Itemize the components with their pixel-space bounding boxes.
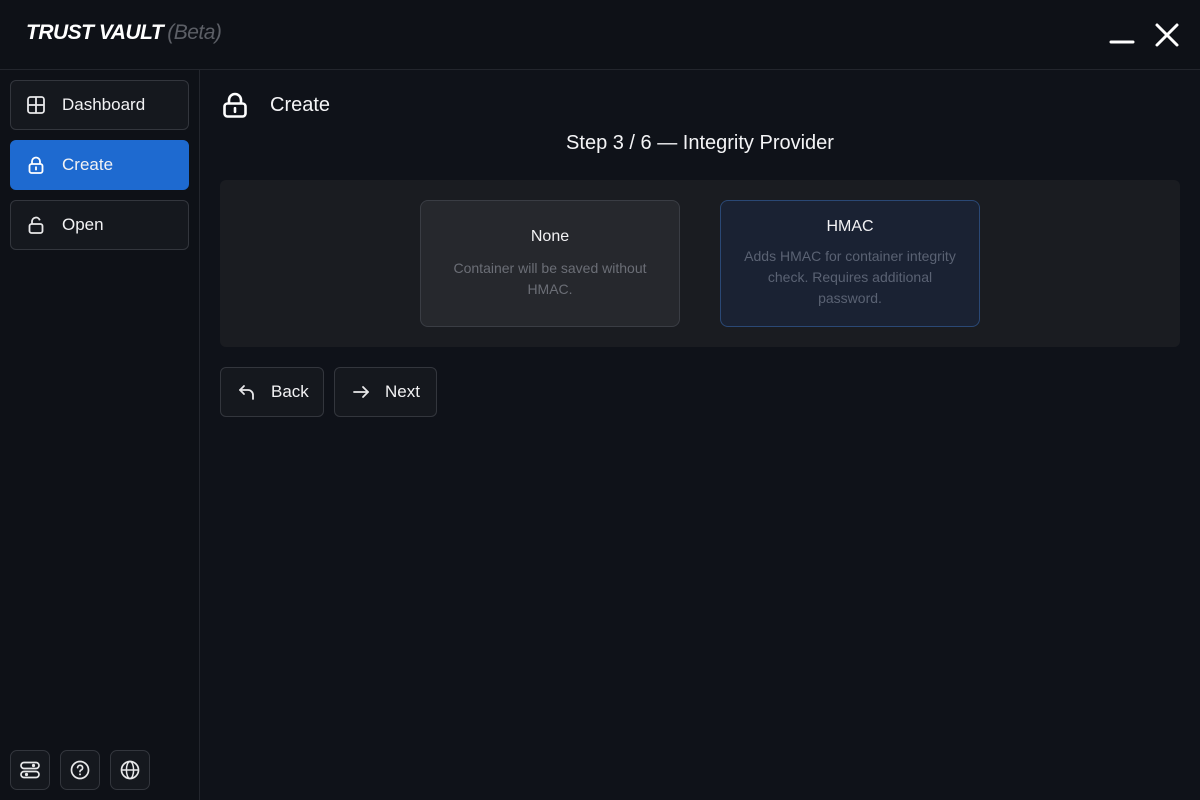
undo-arrow-icon [237, 382, 257, 402]
sidebar-item-open[interactable]: Open [10, 200, 189, 250]
next-label: Next [385, 382, 420, 401]
option-hmac-card[interactable]: HMAC Adds HMAC for container integrity c… [720, 200, 980, 327]
close-button[interactable] [1152, 20, 1182, 50]
next-button[interactable]: Next [334, 367, 437, 417]
option-description: Container will be saved without HMAC. [453, 259, 647, 297]
lock-icon [26, 155, 46, 175]
option-description: Adds HMAC for container integrity check.… [744, 248, 956, 306]
sidebar-item-label: Dashboard [62, 95, 146, 114]
back-label: Back [271, 382, 309, 401]
page-header: Create [220, 90, 330, 120]
globe-icon [120, 760, 140, 780]
app-title: TRUST VAULT (Beta) [26, 21, 222, 45]
back-button[interactable]: Back [220, 367, 324, 417]
sidebar-item-label: Create [62, 155, 114, 174]
grid-icon [26, 95, 46, 115]
sidebar: Dashboard Create Open [0, 70, 200, 800]
arrow-right-icon [351, 382, 371, 402]
page-title: Create [270, 93, 331, 116]
sidebar-item-label: Open [62, 215, 104, 234]
close-icon [1155, 23, 1179, 47]
step-title: Step 3 / 6 — Integrity Provider [566, 132, 834, 154]
language-button[interactable] [110, 750, 150, 790]
minimize-button[interactable] [1107, 20, 1137, 50]
app-name: TRUST VAULT [26, 21, 164, 44]
option-title: HMAC [826, 218, 874, 235]
option-none-card[interactable]: None Container will be saved without HMA… [420, 200, 680, 327]
lock-icon [220, 90, 250, 120]
sidebar-item-dashboard[interactable]: Dashboard [10, 80, 189, 130]
help-circle-icon [70, 760, 90, 780]
sidebar-item-create[interactable]: Create [10, 140, 189, 190]
title-bar: TRUST VAULT (Beta) [0, 0, 1200, 70]
options-panel: None Container will be saved without HMA… [220, 180, 1180, 347]
unlock-icon [26, 215, 46, 235]
settings-toggles-icon [20, 761, 40, 779]
settings-button[interactable] [10, 750, 50, 790]
help-button[interactable] [60, 750, 100, 790]
option-title: None [530, 227, 570, 245]
main-content: Create Step 3 / 6 — Integrity Provider N… [200, 70, 1200, 800]
beta-badge: (Beta) [167, 21, 222, 44]
minimize-icon [1109, 40, 1135, 44]
